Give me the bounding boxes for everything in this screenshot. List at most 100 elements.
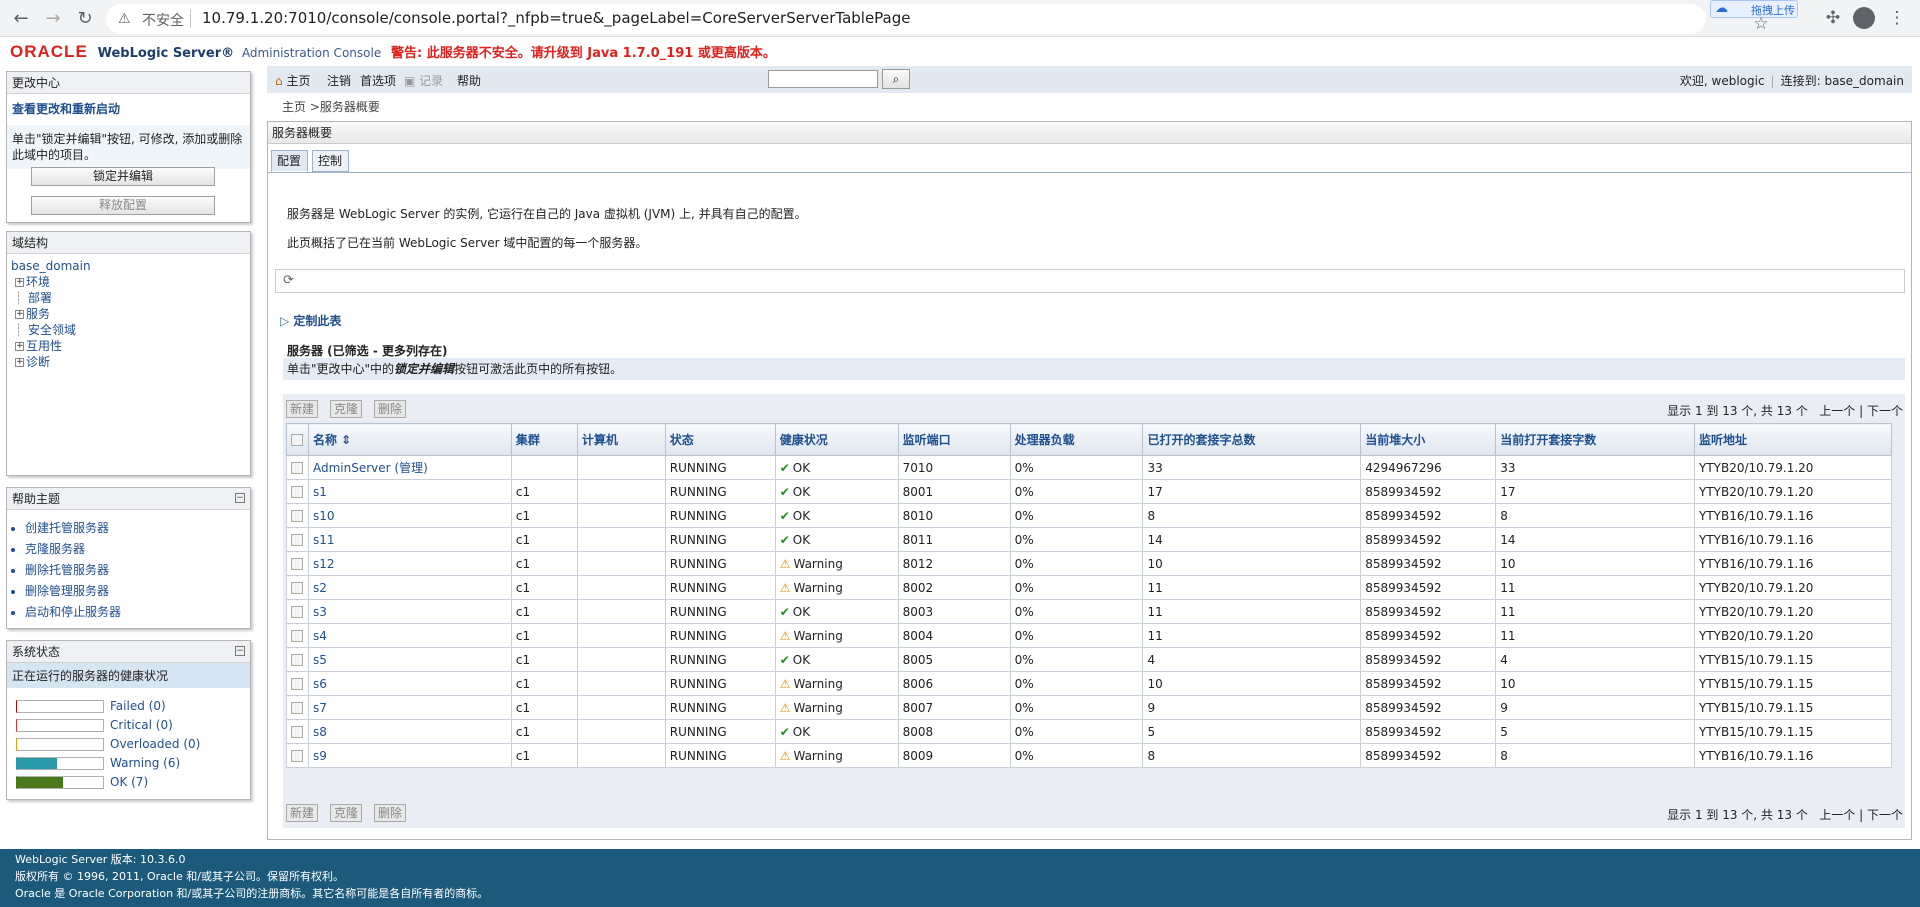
expand-icon[interactable]: + bbox=[15, 310, 24, 319]
row-checkbox[interactable] bbox=[291, 510, 303, 522]
select-all-checkbox[interactable] bbox=[291, 434, 303, 446]
help-link[interactable]: 删除托管服务器 bbox=[25, 560, 250, 581]
row-select-cell[interactable] bbox=[286, 623, 309, 648]
column-header[interactable]: 状态 bbox=[664, 423, 776, 456]
health-label[interactable]: Failed (0) bbox=[110, 699, 166, 713]
row-checkbox[interactable] bbox=[291, 750, 303, 762]
row-checkbox[interactable] bbox=[291, 486, 303, 498]
server-name-cell[interactable]: AdminServer (管理) bbox=[307, 455, 512, 480]
row-checkbox[interactable] bbox=[291, 534, 303, 546]
row-checkbox[interactable] bbox=[291, 678, 303, 690]
row-checkbox[interactable] bbox=[291, 462, 303, 474]
expand-icon[interactable]: + bbox=[15, 278, 24, 287]
warning-icon[interactable]: ⚠ bbox=[118, 11, 131, 27]
row-select-cell[interactable] bbox=[286, 743, 309, 768]
clone-button[interactable]: 克隆 bbox=[330, 804, 363, 822]
help-link[interactable]: 克隆服务器 bbox=[25, 539, 250, 560]
row-select-cell[interactable] bbox=[286, 455, 309, 480]
search-input[interactable] bbox=[768, 70, 878, 88]
tab-control[interactable]: 控制 bbox=[312, 150, 349, 172]
star-icon[interactable]: ☆ bbox=[1750, 14, 1772, 34]
health-label[interactable]: Warning (6) bbox=[110, 756, 180, 770]
new-button[interactable]: 新建 bbox=[286, 400, 319, 418]
extensions-icon[interactable]: ✣ bbox=[1822, 8, 1844, 28]
column-header[interactable]: 处理器负载 bbox=[1009, 423, 1144, 456]
lock-edit-button[interactable]: 锁定并编辑 bbox=[31, 167, 215, 186]
search-button[interactable]: ⌕ bbox=[882, 69, 910, 89]
server-name-cell[interactable]: s3 bbox=[307, 599, 512, 624]
tree-node-interoperability[interactable]: + 互用性 bbox=[11, 338, 246, 354]
record-link[interactable]: ▣ 记录 bbox=[404, 72, 443, 89]
server-name-cell[interactable]: s11 bbox=[307, 527, 512, 552]
logout-link[interactable]: 注销 bbox=[327, 72, 351, 89]
row-select-cell[interactable] bbox=[286, 551, 309, 576]
server-name-cell[interactable]: s9 bbox=[307, 743, 512, 768]
server-name-cell[interactable]: s6 bbox=[307, 671, 512, 696]
column-header[interactable]: 监听地址 bbox=[1694, 423, 1892, 456]
back-icon[interactable]: ← bbox=[8, 6, 34, 32]
reload-icon[interactable]: ↻ bbox=[72, 6, 98, 32]
row-select-cell[interactable] bbox=[286, 479, 309, 504]
prev-link[interactable]: 上一个 bbox=[1819, 808, 1855, 822]
help-link[interactable]: 删除管理服务器 bbox=[25, 581, 250, 602]
row-select-cell[interactable] bbox=[286, 527, 309, 552]
health-label[interactable]: OK (7) bbox=[110, 775, 148, 789]
column-header[interactable]: 健康状况 bbox=[774, 423, 899, 456]
column-header[interactable]: 当前打开套接字数 bbox=[1495, 423, 1695, 456]
tree-node-deployments[interactable]: ┊ 部署 bbox=[11, 290, 246, 306]
server-name-cell[interactable]: s1 bbox=[307, 479, 512, 504]
clone-button[interactable]: 克隆 bbox=[330, 400, 363, 418]
minimize-icon[interactable]: − bbox=[235, 493, 245, 503]
row-checkbox[interactable] bbox=[291, 726, 303, 738]
tree-node-services[interactable]: + 服务 bbox=[11, 306, 246, 322]
row-checkbox[interactable] bbox=[291, 702, 303, 714]
help-link[interactable]: 启动和停止服务器 bbox=[25, 602, 250, 623]
column-header[interactable]: 集群 bbox=[510, 423, 578, 456]
prev-link[interactable]: 上一个 bbox=[1819, 404, 1855, 418]
row-checkbox[interactable] bbox=[291, 630, 303, 642]
server-name-cell[interactable]: s10 bbox=[307, 503, 512, 528]
address-bar[interactable]: ⚠ 不安全 10.79.1.20:7010/console/console.po… bbox=[106, 4, 1706, 34]
select-all-header[interactable] bbox=[286, 423, 309, 456]
release-config-button[interactable]: 释放配置 bbox=[31, 196, 215, 215]
server-name-cell[interactable]: s12 bbox=[307, 551, 512, 576]
column-header[interactable]: 已打开的套接字总数 bbox=[1142, 423, 1362, 456]
row-select-cell[interactable] bbox=[286, 575, 309, 600]
home-link[interactable]: ⌂ 主页 bbox=[275, 72, 310, 89]
server-name-cell[interactable]: s4 bbox=[307, 623, 512, 648]
customize-table-link[interactable]: ▷ 定制此表 bbox=[280, 312, 341, 329]
tree-node-environment[interactable]: + 环境 bbox=[11, 274, 246, 290]
profile-avatar[interactable] bbox=[1853, 7, 1875, 29]
view-changes-link[interactable]: 查看更改和重新启动 bbox=[7, 94, 250, 119]
sort-icon[interactable]: ⇕ bbox=[337, 433, 351, 447]
menu-icon[interactable]: ⋮ bbox=[1886, 8, 1908, 28]
delete-button[interactable]: 删除 bbox=[374, 804, 407, 822]
row-checkbox[interactable] bbox=[291, 558, 303, 570]
new-button[interactable]: 新建 bbox=[286, 804, 319, 822]
column-header[interactable]: 当前堆大小 bbox=[1360, 423, 1497, 456]
column-header[interactable]: 名称 ⇕ bbox=[307, 423, 512, 456]
refresh-icon[interactable]: ⟳ bbox=[283, 273, 294, 288]
server-name-cell[interactable]: s8 bbox=[307, 719, 512, 744]
next-link[interactable]: 下一个 bbox=[1867, 404, 1903, 418]
expand-icon[interactable]: + bbox=[15, 342, 24, 351]
tab-config[interactable]: 配置 bbox=[271, 150, 308, 172]
health-label[interactable]: Critical (0) bbox=[110, 718, 173, 732]
tree-root[interactable]: base_domain bbox=[11, 258, 246, 274]
tree-node-diagnostics[interactable]: + 诊断 bbox=[11, 354, 246, 370]
row-select-cell[interactable] bbox=[286, 503, 309, 528]
row-select-cell[interactable] bbox=[286, 647, 309, 672]
help-link[interactable]: 创建托管服务器 bbox=[25, 518, 250, 539]
preferences-link[interactable]: 首选项 bbox=[360, 72, 396, 89]
column-header[interactable]: 监听端口 bbox=[897, 423, 1011, 456]
row-checkbox[interactable] bbox=[291, 606, 303, 618]
help-link[interactable]: 帮助 bbox=[457, 72, 481, 89]
next-link[interactable]: 下一个 bbox=[1867, 808, 1903, 822]
breadcrumb[interactable]: 主页 >服务器概要 bbox=[282, 98, 380, 115]
tree-node-security-realms[interactable]: ┊ 安全领域 bbox=[11, 322, 246, 338]
row-checkbox[interactable] bbox=[291, 654, 303, 666]
delete-button[interactable]: 删除 bbox=[374, 400, 407, 418]
server-name-cell[interactable]: s2 bbox=[307, 575, 512, 600]
row-select-cell[interactable] bbox=[286, 671, 309, 696]
server-name-cell[interactable]: s7 bbox=[307, 695, 512, 720]
